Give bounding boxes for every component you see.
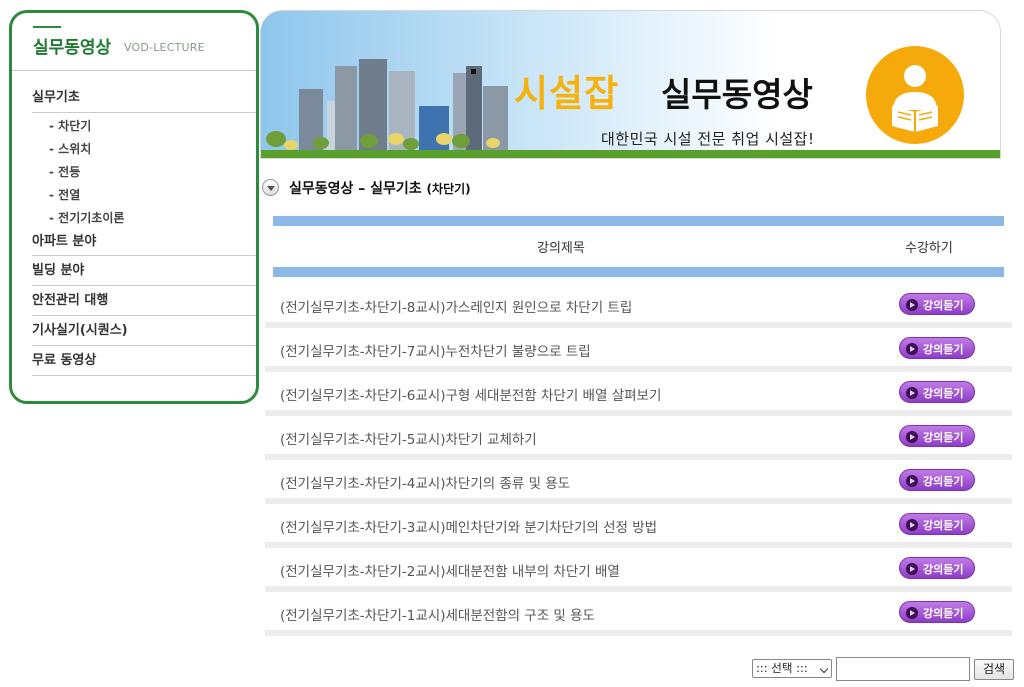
table-row: (전기실무기초-차단기-4교시)차단기의 종류 및 용도 강의듣기 xyxy=(265,460,1012,504)
sidebar-item-safety[interactable]: 안전관리 대행 xyxy=(32,286,256,316)
listen-button[interactable]: 강의듣기 xyxy=(899,337,975,359)
table-row: (전기실무기초-차단기-1교시)세대분전함의 구조 및 용도 강의듣기 xyxy=(265,592,1012,636)
play-icon xyxy=(906,431,918,443)
sidebar-title: 실무동영상 xyxy=(33,38,112,58)
table-header-top-bar xyxy=(273,216,1004,226)
sidebar-subitem-theory[interactable]: 전기기초이론 xyxy=(49,209,124,226)
listen-button-label: 강의듣기 xyxy=(923,343,964,356)
banner-grass xyxy=(261,150,1000,158)
listen-button-label: 강의듣기 xyxy=(923,563,964,576)
sidebar-item-building[interactable]: 빌딩 분야 xyxy=(32,256,256,286)
sidebar-item-label: 아파트 분야 xyxy=(32,234,97,249)
table-row: (전기실무기초-차단기-7교시)누전차단기 불량으로 트립 강의듣기 xyxy=(265,328,1012,372)
sidebar-item-apartment[interactable]: 아파트 분야 xyxy=(32,226,256,256)
listen-button[interactable]: 강의듣기 xyxy=(899,293,975,315)
header-banner: 시설잡 실무동영상 대한민국 시설 전문 취업 시설잡! xyxy=(260,10,1001,159)
sidebar-item-label: 기사실기(시퀀스) xyxy=(32,323,128,338)
sidebar-item-label: 무료 동영상 xyxy=(32,353,97,368)
lecture-title[interactable]: (전기실무기초-차단기-1교시)세대분전함의 구조 및 용도 xyxy=(280,604,595,624)
play-icon xyxy=(906,299,918,311)
sidebar-subitem-lamp[interactable]: 전등 xyxy=(49,163,80,180)
sidebar-title-bar xyxy=(33,26,61,28)
banner-title: 실무동영상 xyxy=(661,75,813,114)
search-field-select[interactable]: ::: 선택 ::: xyxy=(752,659,832,678)
listen-button[interactable]: 강의듣기 xyxy=(899,601,975,623)
listen-button[interactable]: 강의듣기 xyxy=(899,513,975,535)
table-row: (전기실무기초-차단기-2교시)세대분전함 내부의 차단기 배열 강의듣기 xyxy=(265,548,1012,592)
sidebar-subtitle: VOD-LECTURE xyxy=(124,41,205,54)
listen-button-label: 강의듣기 xyxy=(923,475,964,488)
banner-subtitle: 대한민국 시설 전문 취업 시설잡! xyxy=(601,130,815,148)
listen-button-label: 강의듣기 xyxy=(923,299,964,312)
sidebar-item-sequence[interactable]: 기사실기(시퀀스) xyxy=(32,316,256,346)
listen-button[interactable]: 강의듣기 xyxy=(899,469,975,491)
chevron-down-icon xyxy=(262,179,279,196)
sidebar-item-label: 빌딩 분야 xyxy=(32,263,85,278)
table-row: (전기실무기초-차단기-3교시)메인차단기와 분기차단기의 선정 방법 강의듣기 xyxy=(265,504,1012,548)
play-icon xyxy=(906,475,918,487)
sidebar-item-label: 실무기초 xyxy=(32,90,80,105)
play-icon xyxy=(906,519,918,531)
listen-button[interactable]: 강의듣기 xyxy=(899,557,975,579)
lecture-title[interactable]: (전기실무기초-차단기-6교시)구형 세대분전함 차단기 배열 살펴보기 xyxy=(280,384,661,404)
listen-button[interactable]: 강의듣기 xyxy=(899,381,975,403)
table-row: (전기실무기초-차단기-5교시)차단기 교체하기 강의듣기 xyxy=(265,416,1012,460)
listen-button-label: 강의듣기 xyxy=(923,607,964,620)
reader-logo-icon xyxy=(866,46,964,144)
listen-button[interactable]: 강의듣기 xyxy=(899,425,975,447)
sidebar-item-basics[interactable]: 실무기초 xyxy=(32,83,256,113)
sidebar-subitem-switch[interactable]: 스위치 xyxy=(49,140,91,157)
sidebar-header: 실무동영상 VOD-LECTURE xyxy=(12,13,256,71)
page-title-text: 실무동영상 – 실무기초 xyxy=(289,181,422,197)
sidebar-item-free-video[interactable]: 무료 동영상 xyxy=(32,346,256,376)
banner-brand-title: 시설잡 xyxy=(514,72,620,115)
lecture-title[interactable]: (전기실무기초-차단기-7교시)누전차단기 불량으로 트립 xyxy=(280,340,591,360)
table-header-title: 강의제목 xyxy=(537,241,585,256)
search-button[interactable]: 검색 xyxy=(974,659,1014,680)
table-header-action: 수강하기 xyxy=(905,241,953,256)
table-row: (전기실무기초-차단기-6교시)구형 세대분전함 차단기 배열 살펴보기 강의듣… xyxy=(265,372,1012,416)
lecture-title[interactable]: (전기실무기초-차단기-5교시)차단기 교체하기 xyxy=(280,428,537,448)
sidebar-subitem-outlet[interactable]: 전열 xyxy=(49,186,80,203)
listen-button-label: 강의듣기 xyxy=(923,431,964,444)
play-icon xyxy=(906,607,918,619)
city-skyline-illustration xyxy=(266,59,508,152)
listen-button-label: 강의듣기 xyxy=(923,387,964,400)
play-icon xyxy=(906,387,918,399)
lecture-title[interactable]: (전기실무기초-차단기-8교시)가스레인지 원인으로 차단기 트립 xyxy=(280,296,632,316)
lecture-title[interactable]: (전기실무기초-차단기-3교시)메인차단기와 분기차단기의 선정 방법 xyxy=(280,516,657,536)
listen-button-label: 강의듣기 xyxy=(923,519,964,532)
sidebar: 실무동영상 VOD-LECTURE 실무기초 차단기 스위치 전등 전열 전기기… xyxy=(9,10,259,404)
sidebar-subitem-breaker[interactable]: 차단기 xyxy=(49,117,91,134)
lecture-title[interactable]: (전기실무기초-차단기-4교시)차단기의 종류 및 용도 xyxy=(280,472,570,492)
page-title: 실무동영상 – 실무기초 (차단기) xyxy=(289,178,471,198)
page-title-category: (차단기) xyxy=(426,182,471,196)
sidebar-item-label: 안전관리 대행 xyxy=(32,293,109,308)
table-row: (전기실무기초-차단기-8교시)가스레인지 원인으로 차단기 트립 강의듣기 xyxy=(265,284,1012,328)
lecture-title[interactable]: (전기실무기초-차단기-2교시)세대분전함 내부의 차단기 배열 xyxy=(280,560,620,580)
table-header-bottom-bar xyxy=(273,267,1004,277)
search-input[interactable] xyxy=(836,657,970,681)
play-icon xyxy=(906,563,918,575)
play-icon xyxy=(906,343,918,355)
